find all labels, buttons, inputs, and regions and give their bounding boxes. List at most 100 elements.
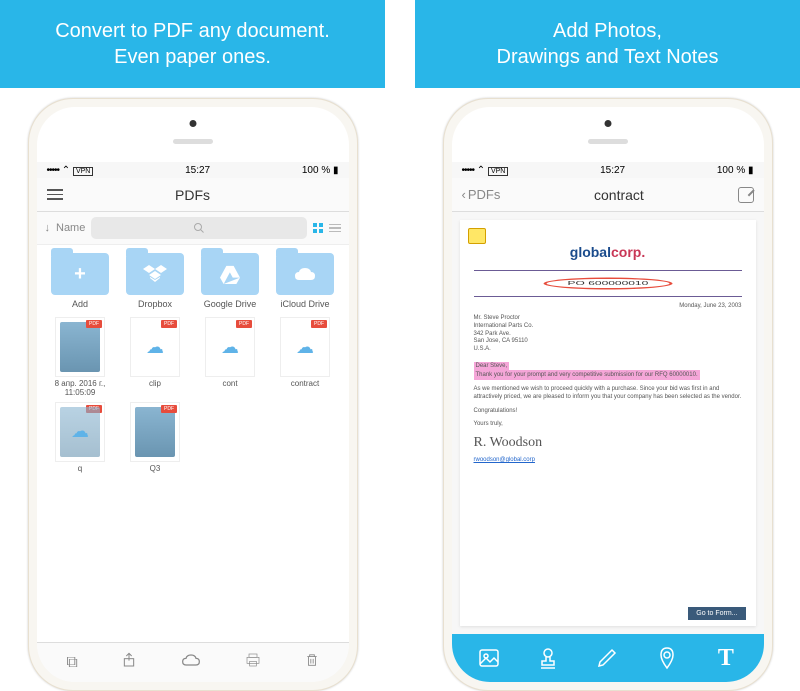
addr-line: 342 Park Ave. [474, 331, 742, 339]
speaker [173, 139, 213, 144]
thumbnail [135, 407, 175, 457]
battery-label: 100 % [717, 165, 745, 176]
file-item[interactable]: PDF ☁ contract [270, 317, 341, 398]
file-item[interactable]: PDF☁q [45, 402, 116, 474]
file-thumb: PDF☁ [55, 402, 105, 462]
edit-button[interactable] [738, 187, 754, 203]
addr-line: San Jose, CA 95110 [474, 338, 742, 346]
toolbar: ↓ Name [37, 212, 349, 245]
stamp-tool[interactable] [534, 644, 562, 672]
back-button[interactable]: ‹ PDFs [462, 187, 501, 202]
logo-part: corp. [611, 244, 645, 260]
sticky-note-icon[interactable] [468, 228, 486, 244]
folder-item[interactable]: + Add [45, 253, 116, 309]
dropbox-icon [143, 264, 167, 284]
share-icon[interactable] [121, 652, 137, 673]
cloud-icon: ☁ [296, 337, 314, 358]
sort-arrow-icon[interactable]: ↓ [45, 222, 51, 234]
file-thumb: PDF [130, 402, 180, 462]
signature: R. Woodson [474, 435, 742, 451]
file-label: cont [222, 380, 237, 389]
grid-view-button[interactable] [313, 223, 323, 233]
camera [604, 120, 611, 127]
pdf-badge: PDF [236, 320, 252, 328]
address-block: Mr. Steve Proctor International Parts Co… [474, 315, 742, 354]
file-label: 8 апр. 2016 г., 11:05:09 [45, 380, 116, 398]
file-thumb: PDF [55, 317, 105, 377]
addr-line: Mr. Steve Proctor [474, 315, 742, 323]
cloud-icon [293, 266, 317, 282]
closing: Yours truly, [474, 421, 742, 429]
banner-right: Add Photos, Drawings and Text Notes [415, 0, 800, 88]
page-title: contract [594, 187, 644, 203]
pdf-badge: PDF [161, 320, 177, 328]
addr-line: U.S.A. [474, 346, 742, 354]
po-number-circled: PO 600000010 [543, 278, 672, 290]
battery-label: 100 % [302, 165, 330, 176]
network-label: VPN [73, 167, 93, 176]
salutation-highlighted: Dear Steve, [474, 362, 510, 370]
go-to-form-button[interactable]: Go to Form... [688, 607, 745, 620]
copy-icon[interactable]: ⧉ [66, 654, 77, 672]
divider [474, 270, 742, 271]
pin-tool[interactable] [653, 644, 681, 672]
folder-icon [201, 253, 259, 295]
email-link[interactable]: rwoodson@global.corp [474, 457, 742, 463]
banner-left: Convert to PDF any document. Even paper … [0, 0, 385, 88]
cloud-icon: ☁ [146, 337, 164, 358]
trash-icon[interactable] [305, 652, 319, 673]
document-page[interactable]: globalcorp. PO 600000010 Monday, June 23… [460, 220, 756, 626]
file-thumb: PDF ☁ [205, 317, 255, 377]
folder-label: Dropbox [138, 299, 172, 309]
file-thumb: PDF ☁ [280, 317, 330, 377]
folder-item[interactable]: Dropbox [120, 253, 191, 309]
pdf-badge: PDF [311, 320, 327, 328]
file-label: Q3 [150, 465, 161, 474]
folder-label: iCloud Drive [280, 299, 329, 309]
thumbnail [60, 322, 100, 372]
folder-item[interactable]: Google Drive [195, 253, 266, 309]
cloud-icon[interactable] [181, 653, 201, 672]
pdf-badge: PDF [86, 320, 102, 328]
status-bar: ••••• ⌃ VPN 15:27 100 % ▮ [37, 162, 349, 178]
file-item[interactable]: PDF ☁ cont [195, 317, 266, 398]
body-paragraph: As we mentioned we wish to proceed quick… [474, 386, 742, 402]
status-bar: ••••• ⌃ VPN 15:27 100 % ▮ [452, 162, 764, 178]
folder-label: Google Drive [204, 299, 257, 309]
sort-button[interactable]: Name [56, 222, 85, 234]
date-text: Monday, June 23, 2003 [474, 303, 742, 309]
folder-label: Add [72, 299, 88, 309]
banner-line: Add Photos, [425, 18, 790, 44]
folder-item[interactable]: iCloud Drive [270, 253, 341, 309]
list-view-button[interactable] [329, 224, 341, 233]
file-item[interactable]: PDF 8 апр. 2016 г., 11:05:09 [45, 317, 116, 398]
pencil-tool[interactable] [593, 644, 621, 672]
search-input[interactable] [91, 217, 306, 239]
nav-bar: ‹ PDFs contract [452, 178, 764, 212]
banner-line: Even paper ones. [10, 44, 375, 70]
file-grid: + Add Dropbox Google Drive iCloud Drive PDF 8… [37, 245, 349, 642]
banner-line: Convert to PDF any document. [10, 18, 375, 44]
print-icon[interactable] [245, 652, 261, 673]
text-tool[interactable]: T [712, 644, 740, 672]
network-label: VPN [488, 167, 508, 176]
file-item[interactable]: PDF☁clip [120, 317, 191, 398]
cloud-icon: ☁ [221, 337, 239, 358]
file-label: contract [291, 380, 319, 389]
status-time: 15:27 [185, 165, 210, 176]
folder-icon [276, 253, 334, 295]
folder-icon [126, 253, 184, 295]
signal-dots: ••••• [462, 165, 475, 176]
pdf-badge: PDF [161, 405, 177, 413]
folder-icon: + [51, 253, 109, 295]
page-title: PDFs [175, 187, 210, 203]
menu-button[interactable] [47, 189, 63, 200]
phone-frame: ••••• ⌃ VPN 15:27 100 % ▮ PDFs ↓ Name [28, 98, 358, 691]
photo-tool[interactable] [475, 644, 503, 672]
camera [189, 120, 196, 127]
speaker [588, 139, 628, 144]
phone-frame: ••••• ⌃ VPN 15:27 100 % ▮ ‹ PDFs contrac… [443, 98, 773, 691]
file-item[interactable]: PDF Q3 [120, 402, 191, 474]
annotation-toolbar: T [452, 634, 764, 682]
back-label: PDFs [468, 187, 501, 202]
